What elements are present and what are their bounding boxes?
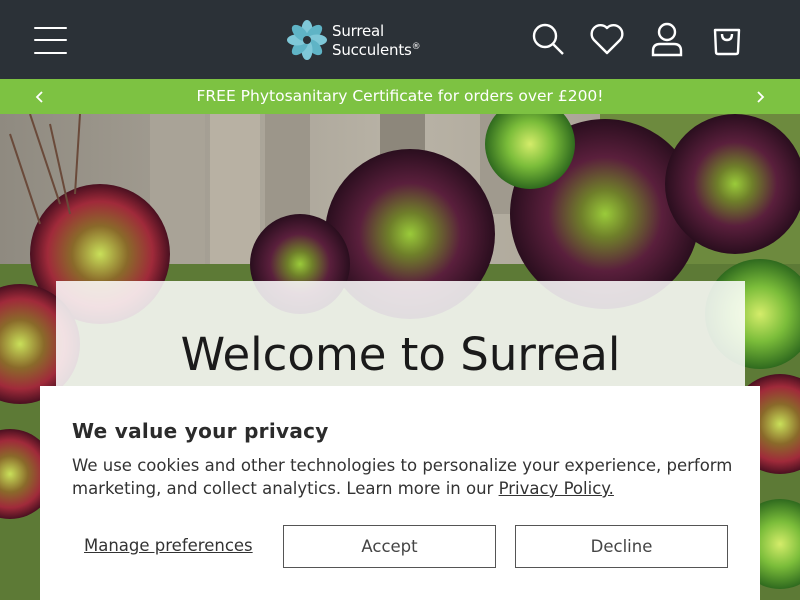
hero-title: Welcome to Surreal xyxy=(180,328,621,381)
brand-logo[interactable]: Surreal Succulents® xyxy=(286,18,436,62)
flower-logo-icon xyxy=(287,20,327,60)
site-header: Surreal Succulents® xyxy=(0,0,800,79)
announcement-text: FREE Phytosanitary Certificate for order… xyxy=(196,87,604,105)
privacy-policy-link[interactable]: Privacy Policy. xyxy=(499,479,614,498)
brand-line1: Surreal xyxy=(332,21,384,40)
heart-icon[interactable] xyxy=(587,19,627,59)
cookie-body-text: We use cookies and other technologies to… xyxy=(72,456,733,498)
cookie-consent-banner: We value your privacy We use cookies and… xyxy=(40,386,760,600)
chevron-right-icon[interactable] xyxy=(750,87,770,107)
brand-name: Surreal Succulents® xyxy=(332,21,421,59)
manage-preferences-link[interactable]: Manage preferences xyxy=(84,536,253,555)
cookie-title: We value your privacy xyxy=(72,419,329,443)
shopping-bag-icon[interactable] xyxy=(707,19,747,59)
user-icon[interactable] xyxy=(647,19,687,59)
accept-button[interactable]: Accept xyxy=(283,525,496,568)
search-icon[interactable] xyxy=(528,19,568,59)
registered-mark: ® xyxy=(411,41,421,52)
decline-button[interactable]: Decline xyxy=(515,525,728,568)
hamburger-menu-icon[interactable] xyxy=(34,24,68,56)
brand-line2: Succulents xyxy=(332,40,412,59)
announcement-bar: FREE Phytosanitary Certificate for order… xyxy=(0,79,800,114)
cookie-description: We use cookies and other technologies to… xyxy=(72,454,742,500)
